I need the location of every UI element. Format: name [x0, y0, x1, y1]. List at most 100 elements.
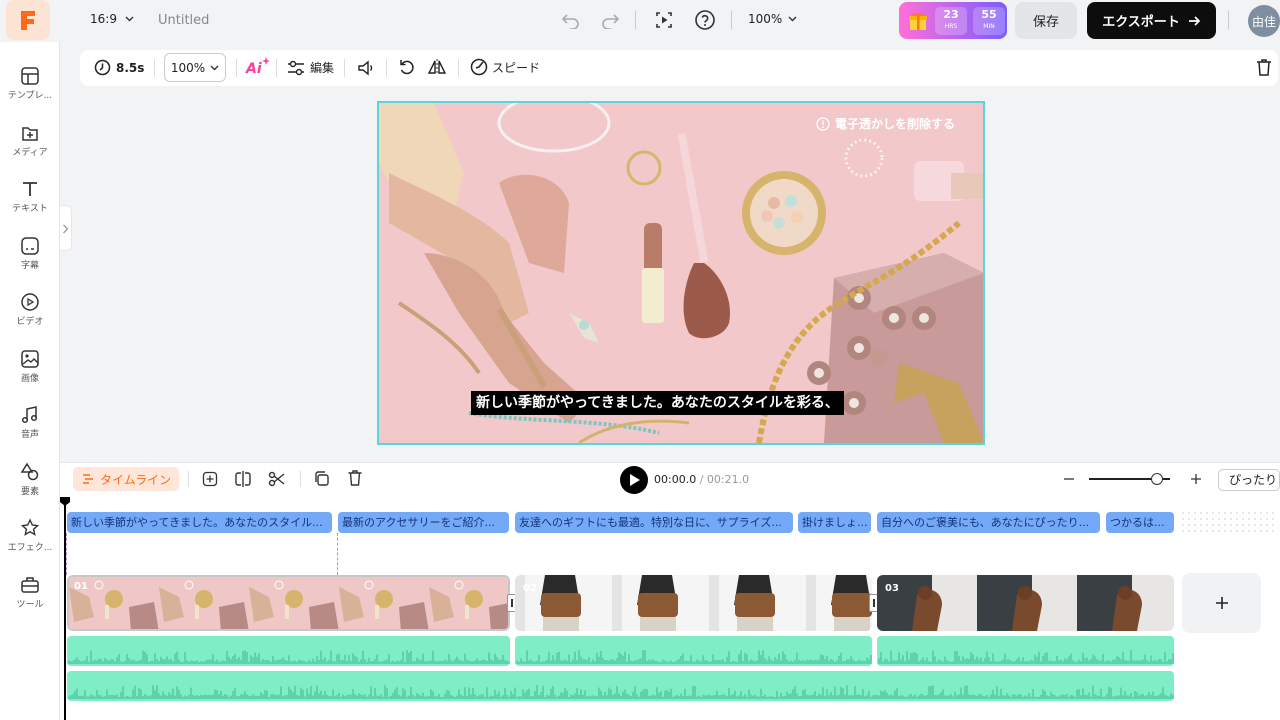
remove-watermark-button[interactable]: 電子透かしを削除する — [816, 115, 955, 132]
duplicate-icon[interactable] — [313, 470, 330, 487]
volume-icon[interactable] — [357, 59, 375, 77]
avatar[interactable]: 由佳 — [1248, 5, 1280, 37]
app-logo[interactable] — [6, 0, 50, 40]
audio-track-segment[interactable] — [877, 636, 1174, 666]
sidebar-collapse-handle[interactable] — [60, 205, 72, 251]
top-bar: 16:9 Untitled 100% 23 HRS 55 MIN 保存 エクスポ… — [0, 0, 1280, 42]
edit-button[interactable]: 編集 — [287, 59, 334, 76]
duration-control[interactable]: 8.5s — [94, 59, 144, 76]
audio-track-segment[interactable] — [515, 636, 872, 666]
delete-icon[interactable] — [347, 469, 363, 487]
arrow-right-icon — [1188, 15, 1201, 26]
watermark-label: 電子透かしを削除する — [835, 117, 956, 131]
caption-segment[interactable]: 最新のアクセサリーをご紹介... — [338, 512, 509, 533]
sidebar-item-media[interactable]: メディア — [0, 118, 60, 172]
scissors-icon[interactable] — [268, 470, 286, 488]
media-icon — [22, 127, 38, 141]
divider — [154, 59, 155, 77]
help-icon[interactable] — [694, 9, 716, 31]
divider — [344, 59, 345, 77]
ai-button[interactable]: Ai — [246, 57, 270, 80]
video-clip[interactable]: 01 — [67, 575, 510, 631]
zoom-out-icon[interactable] — [1063, 474, 1075, 484]
chevron-down-icon — [210, 65, 219, 70]
avatar-text: 由佳 — [1251, 14, 1276, 29]
timeline-zoom-slider[interactable] — [1089, 473, 1170, 485]
waveform — [68, 685, 1174, 699]
clock-icon — [94, 59, 111, 76]
sidebar-item-templates[interactable]: テンプレ... — [0, 61, 60, 115]
sidebar-item-video[interactable]: ビデオ — [0, 287, 60, 341]
sidebar-item-elements[interactable]: 要素 — [0, 457, 60, 511]
sidebar-item-label: ビデオ — [16, 317, 44, 327]
speed-button[interactable]: スピード — [470, 58, 540, 76]
caption-segment[interactable]: 掛けましょ... — [798, 512, 871, 533]
template-icon — [21, 67, 39, 85]
promo-hours-unit: HRS — [944, 22, 958, 30]
redo-icon[interactable] — [600, 11, 620, 29]
waveform — [68, 650, 510, 664]
preview-icon[interactable] — [654, 10, 674, 30]
sidebar-item-images[interactable]: 画像 — [0, 344, 60, 398]
duration-value: 8.5s — [116, 60, 145, 75]
play-button[interactable] — [620, 466, 648, 494]
rotate-icon[interactable] — [398, 58, 416, 76]
sparkle-icon — [262, 57, 270, 65]
audio-track-segment[interactable] — [67, 636, 510, 666]
caption-segment[interactable]: 自分へのご褒美にも、あなたにぴったり... — [877, 512, 1100, 533]
edit-label: 編集 — [310, 61, 335, 75]
save-button[interactable]: 保存 — [1015, 2, 1077, 39]
sidebar-item-label: 字幕 — [20, 261, 39, 271]
video-clip[interactable]: 03 — [877, 575, 1174, 631]
timeline-divider — [60, 462, 1280, 463]
caption-segment[interactable]: つかるは... — [1106, 512, 1174, 533]
sidebar-item-label: ツール — [16, 600, 44, 610]
sidebar-item-label: 音声 — [20, 430, 39, 440]
slider-knob[interactable] — [1151, 473, 1164, 485]
tools-icon — [21, 577, 39, 593]
divider — [635, 11, 636, 29]
zoom-in-icon[interactable] — [1190, 473, 1202, 485]
promo-countdown[interactable]: 23 HRS 55 MIN — [899, 2, 1007, 39]
undo-icon[interactable] — [561, 11, 581, 29]
sidebar-item-effects[interactable]: エフェク... — [0, 513, 60, 567]
sidebar-item-audio[interactable]: 音声 — [0, 400, 60, 454]
export-button[interactable]: エクスポート — [1087, 2, 1216, 39]
video-preview-canvas[interactable]: 電子透かしを削除する 新しい季節がやってきました。あなたのスタイルを彩る、 — [377, 101, 985, 445]
info-icon — [816, 116, 830, 131]
fit-button[interactable]: ぴったり — [1218, 469, 1280, 491]
waveform-bars — [68, 685, 1174, 699]
left-sidebar: テンプレ... メディア テキスト 字幕 ビデオ 画像 音声 要素 エフェク..… — [0, 42, 60, 720]
sidebar-item-label: メディア — [12, 148, 48, 158]
video-clip[interactable]: 02 — [515, 575, 872, 631]
sidebar-item-text[interactable]: テキスト — [0, 174, 60, 228]
caption-segment[interactable]: 友達へのギフトにも最適。特別な日に、サプライズ... — [515, 512, 793, 533]
caption-segment[interactable]: 新しい季節がやってきました。あなたのスタイル... — [67, 512, 332, 533]
sidebar-item-tools[interactable]: ツール — [0, 570, 60, 624]
background-music-track[interactable] — [67, 671, 1174, 701]
promo-hours: 23 — [943, 7, 959, 21]
project-name[interactable]: Untitled — [158, 13, 209, 28]
add-clip-icon[interactable] — [202, 471, 218, 487]
elements-icon — [20, 462, 39, 481]
clip-thumbnail-strip — [515, 575, 872, 631]
gift-icon — [909, 12, 927, 30]
scale-select[interactable]: 100% — [164, 53, 226, 82]
zoom-select[interactable]: 100% — [748, 12, 797, 26]
trash-icon[interactable] — [1255, 58, 1273, 77]
divider — [236, 59, 237, 77]
divider — [300, 471, 301, 487]
flip-icon[interactable] — [427, 58, 447, 76]
timeline-mode-button[interactable]: タイムライン — [73, 467, 180, 491]
divider — [276, 59, 277, 77]
waveform-bars — [878, 650, 1174, 664]
logo-icon — [21, 11, 35, 30]
add-clip-button[interactable] — [1182, 573, 1261, 633]
subtitle-icon — [21, 237, 39, 255]
sidebar-item-label: エフェク... — [7, 543, 53, 553]
split-icon[interactable] — [234, 470, 252, 488]
caption-text: 掛けましょ... — [802, 516, 868, 529]
aspect-ratio-select[interactable]: 16:9 — [90, 12, 134, 26]
video-subtitle[interactable]: 新しい季節がやってきました。あなたのスタイルを彩る、 — [471, 391, 844, 415]
sidebar-item-subtitles[interactable]: 字幕 — [0, 231, 60, 285]
